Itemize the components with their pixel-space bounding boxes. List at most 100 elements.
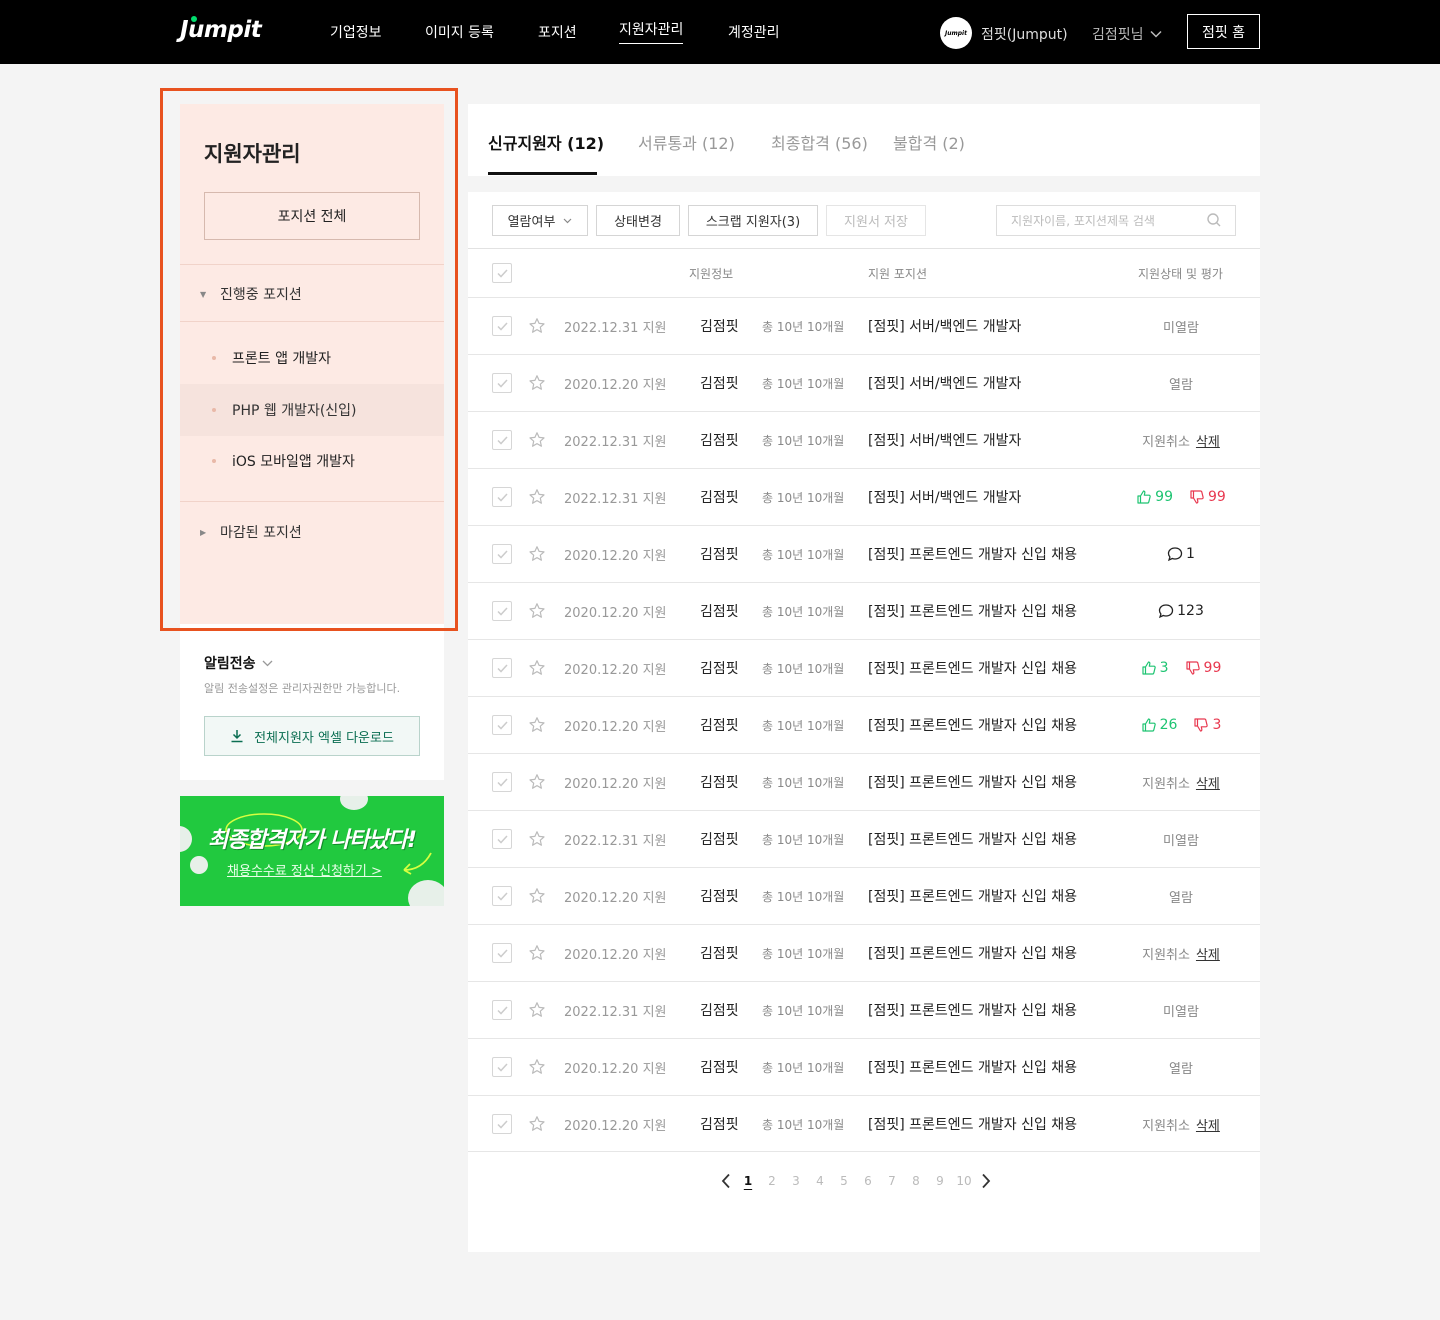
page-number[interactable]: 8 bbox=[904, 1174, 928, 1188]
row-checkbox[interactable] bbox=[492, 544, 512, 564]
next-page-icon[interactable] bbox=[976, 1173, 996, 1189]
table-row[interactable]: 2020.12.20 지원 김점핏 총 10년 10개월 [점핏] 프론트엔드 개발자… bbox=[468, 867, 1260, 924]
page-number[interactable]: 5 bbox=[832, 1174, 856, 1188]
page-number[interactable]: 1 bbox=[736, 1174, 760, 1188]
nav-company-info[interactable]: 기업정보 bbox=[330, 22, 382, 42]
row-checkbox[interactable] bbox=[492, 373, 512, 393]
row-checkbox[interactable] bbox=[492, 772, 512, 792]
prev-page-icon[interactable] bbox=[716, 1173, 736, 1189]
table-row[interactable]: 2020.12.20 지원 김점핏 총 10년 10개월 [점핏] 프론트엔드 개발자… bbox=[468, 582, 1260, 639]
applied-position[interactable]: [점핏] 프론트엔드 개발자 신입 채용 bbox=[868, 754, 1077, 810]
applicant-name[interactable]: 김점핏 bbox=[700, 640, 739, 696]
row-checkbox[interactable] bbox=[492, 658, 512, 678]
applied-position[interactable]: [점핏] 프론트엔드 개발자 신입 채용 bbox=[868, 640, 1077, 696]
banner-link[interactable]: 채용수수료 정산 신청하기 > bbox=[227, 860, 382, 879]
star-icon[interactable] bbox=[528, 526, 546, 582]
star-icon[interactable] bbox=[528, 925, 546, 981]
delete-link[interactable]: 삭제 bbox=[1196, 1115, 1220, 1134]
page-number[interactable]: 10 bbox=[952, 1174, 976, 1188]
row-checkbox[interactable] bbox=[492, 1057, 512, 1077]
excel-download-button[interactable]: 전체지원자 엑셀 다운로드 bbox=[204, 716, 420, 756]
applicant-name[interactable]: 김점핏 bbox=[700, 925, 739, 981]
row-checkbox[interactable] bbox=[492, 943, 512, 963]
applied-position[interactable]: [점핏] 프론트엔드 개발자 신입 채용 bbox=[868, 526, 1077, 582]
row-checkbox[interactable] bbox=[492, 829, 512, 849]
page-number[interactable]: 3 bbox=[784, 1174, 808, 1188]
applied-position[interactable]: [점핏] 프론트엔드 개발자 신입 채용 bbox=[868, 1039, 1077, 1095]
applicant-name[interactable]: 김점핏 bbox=[700, 526, 739, 582]
star-icon[interactable] bbox=[528, 982, 546, 1038]
star-icon[interactable] bbox=[528, 868, 546, 924]
page-number[interactable]: 6 bbox=[856, 1174, 880, 1188]
applicant-name[interactable]: 김점핏 bbox=[700, 469, 739, 525]
user-menu[interactable]: 김점핏님 bbox=[1092, 24, 1162, 44]
star-icon[interactable] bbox=[528, 754, 546, 810]
applicant-search-input[interactable] bbox=[996, 205, 1236, 236]
applied-position[interactable]: [점핏] 프론트엔드 개발자 신입 채용 bbox=[868, 697, 1077, 753]
applied-position[interactable]: [점핏] 프론트엔드 개발자 신입 채용 bbox=[868, 811, 1077, 867]
applicant-name[interactable]: 김점핏 bbox=[700, 298, 739, 354]
tab-document-passed[interactable]: 서류통과 (12) bbox=[638, 130, 735, 154]
table-row[interactable]: 2020.12.20 지원 김점핏 총 10년 10개월 [점핏] 서버/백엔드 개발… bbox=[468, 354, 1260, 411]
row-checkbox[interactable] bbox=[492, 316, 512, 336]
table-row[interactable]: 2022.12.31 지원 김점핏 총 10년 10개월 [점핏] 서버/백엔드 개발… bbox=[468, 411, 1260, 468]
star-icon[interactable] bbox=[528, 811, 546, 867]
applicant-name[interactable]: 김점핏 bbox=[700, 982, 739, 1038]
row-checkbox[interactable] bbox=[492, 715, 512, 735]
applicant-name[interactable]: 김점핏 bbox=[700, 754, 739, 810]
row-checkbox[interactable] bbox=[492, 886, 512, 906]
row-checkbox[interactable] bbox=[492, 601, 512, 621]
star-icon[interactable] bbox=[528, 697, 546, 753]
nav-applicant-management[interactable]: 지원자관리 bbox=[619, 19, 684, 44]
table-row[interactable]: 2020.12.20 지원 김점핏 총 10년 10개월 [점핏] 프론트엔드 개발자… bbox=[468, 525, 1260, 582]
select-all-checkbox[interactable] bbox=[492, 263, 512, 283]
applied-position[interactable]: [점핏] 서버/백엔드 개발자 bbox=[868, 355, 1021, 411]
nav-account-management[interactable]: 계정관리 bbox=[728, 22, 780, 42]
row-checkbox[interactable] bbox=[492, 1114, 512, 1134]
applicant-name[interactable]: 김점핏 bbox=[700, 1096, 739, 1152]
row-checkbox[interactable] bbox=[492, 1000, 512, 1020]
alarm-send-toggle[interactable]: 알림전송 bbox=[204, 653, 273, 673]
applied-position[interactable]: [점핏] 서버/백엔드 개발자 bbox=[868, 412, 1021, 468]
table-row[interactable]: 2022.12.31 지원 김점핏 총 10년 10개월 [점핏] 프론트엔드 개발자… bbox=[468, 810, 1260, 867]
tab-new-applicants[interactable]: 신규지원자 (12) bbox=[488, 130, 604, 154]
search-icon[interactable] bbox=[1206, 212, 1222, 228]
applicant-name[interactable]: 김점핏 bbox=[700, 355, 739, 411]
applicant-name[interactable]: 김점핏 bbox=[700, 697, 739, 753]
star-icon[interactable] bbox=[528, 583, 546, 639]
tab-rejected[interactable]: 불합격 (2) bbox=[893, 130, 965, 154]
delete-link[interactable]: 삭제 bbox=[1196, 431, 1220, 450]
table-row[interactable]: 2020.12.20 지원 김점핏 총 10년 10개월 [점핏] 프론트엔드 개발자… bbox=[468, 696, 1260, 753]
tab-final-passed[interactable]: 최종합격 (56) bbox=[771, 130, 868, 154]
final-pass-banner[interactable]: 최종합격자가 나타났다! 채용수수료 정산 신청하기 > bbox=[180, 796, 444, 906]
applicant-name[interactable]: 김점핏 bbox=[700, 1039, 739, 1095]
scrap-applicants-button[interactable]: 스크랩 지원자(3) bbox=[688, 205, 818, 236]
applied-position[interactable]: [점핏] 프론트엔드 개발자 신입 채용 bbox=[868, 583, 1077, 639]
save-applications-button[interactable]: 지원서 저장 bbox=[826, 205, 926, 236]
table-row[interactable]: 2020.12.20 지원 김점핏 총 10년 10개월 [점핏] 프론트엔드 개발자… bbox=[468, 1038, 1260, 1095]
applicant-name[interactable]: 김점핏 bbox=[700, 583, 739, 639]
star-icon[interactable] bbox=[528, 298, 546, 354]
table-row[interactable]: 2020.12.20 지원 김점핏 총 10년 10개월 [점핏] 프론트엔드 개발자… bbox=[468, 753, 1260, 810]
applied-position[interactable]: [점핏] 프론트엔드 개발자 신입 채용 bbox=[868, 982, 1077, 1038]
read-filter-dropdown[interactable]: 열람여부 bbox=[492, 205, 588, 236]
applicant-name[interactable]: 김점핏 bbox=[700, 811, 739, 867]
applicant-name[interactable]: 김점핏 bbox=[700, 868, 739, 924]
delete-link[interactable]: 삭제 bbox=[1196, 773, 1220, 792]
star-icon[interactable] bbox=[528, 1096, 546, 1152]
star-icon[interactable] bbox=[528, 640, 546, 696]
nav-positions[interactable]: 포지션 bbox=[538, 22, 577, 42]
star-icon[interactable] bbox=[528, 1039, 546, 1095]
table-row[interactable]: 2020.12.20 지원 김점핏 총 10년 10개월 [점핏] 프론트엔드 개발자… bbox=[468, 924, 1260, 981]
page-number[interactable]: 7 bbox=[880, 1174, 904, 1188]
star-icon[interactable] bbox=[528, 469, 546, 525]
row-checkbox[interactable] bbox=[492, 430, 512, 450]
table-row[interactable]: 2022.12.31 지원 김점핏 총 10년 10개월 [점핏] 서버/백엔드 개발… bbox=[468, 297, 1260, 354]
applied-position[interactable]: [점핏] 프론트엔드 개발자 신입 채용 bbox=[868, 925, 1077, 981]
page-number[interactable]: 2 bbox=[760, 1174, 784, 1188]
star-icon[interactable] bbox=[528, 355, 546, 411]
table-row[interactable]: 2022.12.31 지원 김점핏 총 10년 10개월 [점핏] 서버/백엔드 개발… bbox=[468, 468, 1260, 525]
row-checkbox[interactable] bbox=[492, 487, 512, 507]
nav-image-upload[interactable]: 이미지 등록 bbox=[425, 22, 494, 42]
page-number[interactable]: 4 bbox=[808, 1174, 832, 1188]
